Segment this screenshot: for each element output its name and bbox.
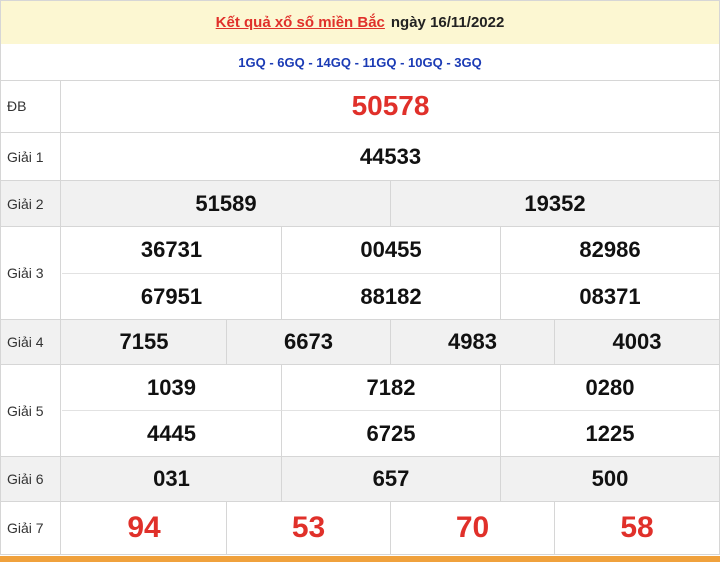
prize-1-number: 44533 xyxy=(359,143,422,169)
prize-5-number: 7182 xyxy=(281,365,500,410)
prize-6-number: 500 xyxy=(500,457,719,501)
prize-4-number: 4003 xyxy=(554,320,719,364)
row-prize-5: Giải 5 1039 7182 0280 4445 6725 1225 xyxy=(0,365,720,457)
prize-3-number: 36731 xyxy=(140,237,203,262)
bottom-accent-bar xyxy=(0,556,720,562)
label-prize-1: Giải 1 xyxy=(1,133,61,180)
prize-2-number: 51589 xyxy=(195,190,257,216)
prize-4-number: 6673 xyxy=(226,320,390,364)
prize-5-number: 1225 xyxy=(500,410,719,456)
row-prize-4: Giải 4 7155 6673 4983 4003 xyxy=(0,320,720,365)
label-prize-3: Giải 3 xyxy=(1,227,61,319)
prize-4-number: 4983 xyxy=(390,320,554,364)
prize-6-number: 031 xyxy=(153,466,190,491)
prize-3-number: 88182 xyxy=(281,273,500,319)
row-prize-3: Giải 3 36731 00455 82986 67951 88182 083… xyxy=(0,227,720,320)
results-header: Kết quả xổ số miền Bắc ngày 16/11/2022 xyxy=(0,0,720,45)
prize-5-number: 6725 xyxy=(281,410,500,456)
special-prize-number: 50578 xyxy=(351,90,430,121)
prize-5-number: 0280 xyxy=(500,365,719,410)
label-prize-4: Giải 4 xyxy=(1,320,61,364)
label-prize-5: Giải 5 xyxy=(1,365,61,456)
prize-2-number: 19352 xyxy=(390,181,719,226)
row-special-prize: ĐB 50578 xyxy=(0,80,720,133)
prize-3-number: 82986 xyxy=(500,227,719,273)
label-prize-7: Giải 7 xyxy=(1,502,61,554)
lottery-results-table: Kết quả xổ số miền Bắc ngày 16/11/2022 1… xyxy=(0,0,720,562)
prize-7-number: 70 xyxy=(390,502,554,554)
prize-6-number: 657 xyxy=(281,457,500,501)
prize-3-number: 00455 xyxy=(281,227,500,273)
prize-7-number: 94 xyxy=(127,511,161,544)
row-prize-6: Giải 6 031 657 500 xyxy=(0,457,720,502)
results-title-link[interactable]: Kết quả xổ số miền Bắc xyxy=(216,14,385,31)
row-prize-2: Giải 2 51589 19352 xyxy=(0,181,720,227)
prize-7-number: 58 xyxy=(554,502,719,554)
label-special-prize: ĐB xyxy=(1,80,61,132)
results-date: ngày 16/11/2022 xyxy=(390,14,505,31)
row-prize-7: Giải 7 94 53 70 58 xyxy=(0,502,720,555)
prize-4-number: 7155 xyxy=(119,329,169,354)
row-prize-1: Giải 1 44533 xyxy=(0,133,720,181)
prize-3-number: 08371 xyxy=(500,273,719,319)
prize-5-number: 1039 xyxy=(147,374,196,400)
label-prize-2: Giải 2 xyxy=(1,181,61,226)
prize-codes: 1GQ - 6GQ - 14GQ - 11GQ - 10GQ - 3GQ xyxy=(0,44,720,81)
prize-5-number: 4445 xyxy=(62,410,281,456)
prize-3-number: 67951 xyxy=(62,273,281,319)
prize-7-number: 53 xyxy=(226,502,390,554)
label-prize-6: Giải 6 xyxy=(1,457,61,501)
